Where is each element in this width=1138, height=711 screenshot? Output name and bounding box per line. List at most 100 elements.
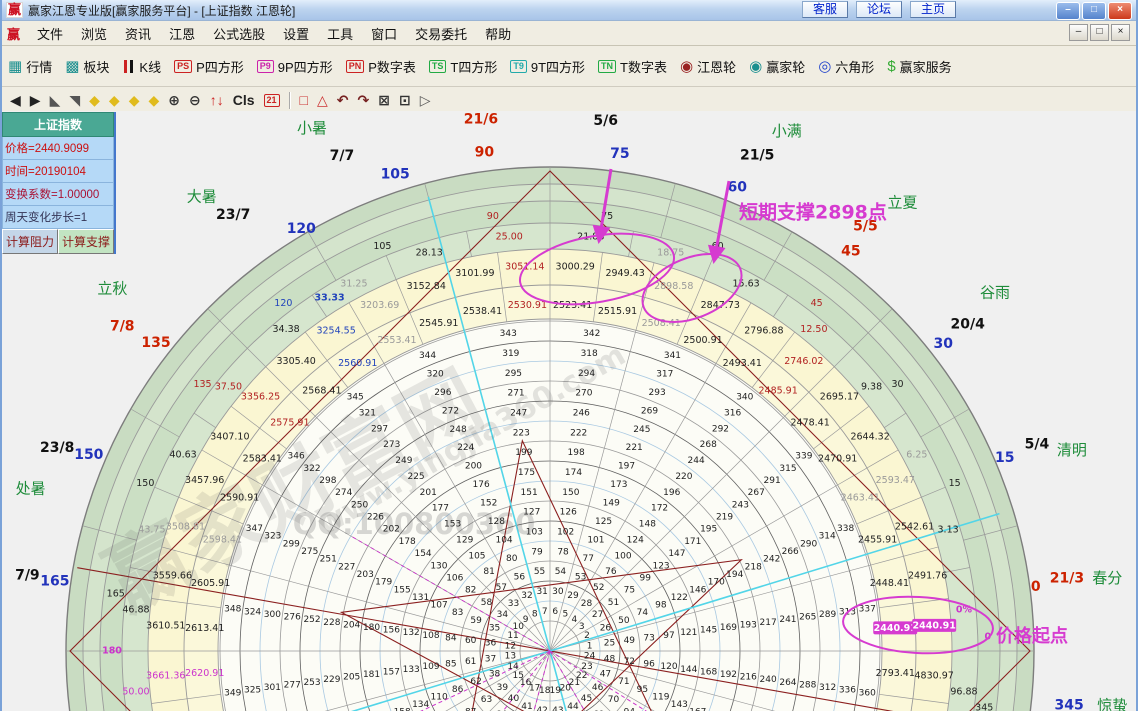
svg-text:2530.91: 2530.91 <box>508 300 547 311</box>
svg-text:春分: 春分 <box>1092 569 1122 587</box>
toolbar-button-winner-wheel[interactable]: ◉赢家轮 <box>749 57 805 76</box>
svg-text:322: 322 <box>303 464 320 474</box>
t-square-icon: TS <box>429 60 447 73</box>
minimize-button[interactable]: – <box>1056 2 1080 20</box>
toolbar-button-blocks[interactable]: ▩板块 <box>65 57 109 76</box>
titlebar-link-1[interactable]: 论坛 <box>856 1 902 18</box>
svg-text:202: 202 <box>383 525 400 535</box>
svg-text:179: 179 <box>375 578 392 588</box>
menu-item-0[interactable]: 文件 <box>28 22 72 45</box>
drawtool-calendar[interactable]: 21 <box>264 94 280 107</box>
svg-text:340: 340 <box>736 393 753 403</box>
svg-text:292: 292 <box>712 424 729 434</box>
drawtool-tri-up[interactable]: ◣ <box>50 92 61 108</box>
toolbar-button-gann-wheel[interactable]: ◉江恩轮 <box>680 57 736 76</box>
svg-text:170: 170 <box>708 578 725 588</box>
menu-item-4[interactable]: 公式选股 <box>204 22 274 45</box>
menu-item-2[interactable]: 资讯 <box>116 22 160 45</box>
drawtool-triangle-tool[interactable]: △ <box>317 92 328 108</box>
drawtool-rotate-cw[interactable]: ↷ <box>358 92 370 108</box>
svg-text:242: 242 <box>763 555 780 565</box>
titlebar-link-2[interactable]: 主页 <box>910 1 956 18</box>
menu-item-6[interactable]: 工具 <box>318 22 362 45</box>
close-button[interactable]: × <box>1108 2 1132 20</box>
drawtool-rotate-ccw[interactable]: ↶ <box>337 92 349 108</box>
gann-wheel-icon: ◉ <box>680 59 693 74</box>
maximize-button[interactable]: □ <box>1082 2 1106 20</box>
svg-text:272: 272 <box>442 406 459 416</box>
svg-text:大暑: 大暑 <box>187 188 217 206</box>
svg-text:60: 60 <box>465 636 477 646</box>
drawtool-next-arrow[interactable]: ▶ <box>30 92 41 108</box>
svg-text:75: 75 <box>610 146 629 162</box>
svg-text:132: 132 <box>403 628 420 638</box>
toolbar-button-t-number-table[interactable]: TNT数字表 <box>598 57 667 76</box>
svg-text:297: 297 <box>371 424 388 434</box>
drawtool-pan-down[interactable]: ◆ <box>148 92 159 108</box>
drawtool-pan-up[interactable]: ◆ <box>129 92 140 108</box>
svg-text:315: 315 <box>779 464 796 474</box>
drawtool-grid-box[interactable]: ⊠ <box>378 92 390 108</box>
panel-row-0: 价格=2440.9099 <box>2 137 114 160</box>
svg-text:346: 346 <box>288 452 305 462</box>
drawtool-fit-box[interactable]: ⊡ <box>399 92 411 108</box>
svg-text:175: 175 <box>518 468 535 478</box>
svg-text:2949.43: 2949.43 <box>605 268 644 279</box>
svg-text:288: 288 <box>799 680 816 690</box>
drawtool-square-tool[interactable]: □ <box>300 92 308 108</box>
9p-square-icon: P9 <box>257 60 274 73</box>
titlebar-link-0[interactable]: 客服 <box>802 1 848 18</box>
winner-wheel-icon: ◉ <box>749 59 762 74</box>
svg-text:150: 150 <box>74 447 103 463</box>
toolbar-button-quotes[interactable]: ▦行情 <box>8 57 52 76</box>
drawtool-cls[interactable]: Cls <box>233 92 255 108</box>
mdi-minimize-button[interactable]: – <box>1069 24 1088 41</box>
drawtool-pan-right[interactable]: ◆ <box>109 92 120 108</box>
toolbar-button-p-square[interactable]: PSP四方形 <box>174 57 244 76</box>
svg-text:99: 99 <box>639 573 651 583</box>
svg-text:135: 135 <box>193 379 211 390</box>
svg-text:55: 55 <box>534 567 545 577</box>
toolbar-button-winner-service[interactable]: $赢家服务 <box>887 57 951 76</box>
drawtool-pointer[interactable]: ▷ <box>420 92 431 108</box>
drawtool-zoom-in[interactable]: ⊕ <box>168 92 180 108</box>
svg-text:95: 95 <box>637 685 648 695</box>
drawtool-zoom-out[interactable]: ⊖ <box>189 92 201 108</box>
mdi-restore-button[interactable]: □ <box>1090 24 1109 41</box>
drawtool-pan-left[interactable]: ◆ <box>89 92 100 108</box>
svg-text:270: 270 <box>575 389 592 399</box>
svg-text:265: 265 <box>799 613 816 623</box>
svg-text:5: 5 <box>562 610 568 620</box>
svg-text:2448.41: 2448.41 <box>870 578 909 589</box>
toolbar-button-t-square[interactable]: TST四方形 <box>429 57 497 76</box>
drawtool-updown[interactable]: ↑↓ <box>210 92 224 108</box>
mdi-close-button[interactable]: × <box>1111 24 1130 41</box>
svg-text:2508.41: 2508.41 <box>642 318 681 329</box>
menu-item-7[interactable]: 窗口 <box>362 22 406 45</box>
menu-item-8[interactable]: 交易委托 <box>406 22 476 45</box>
calc-resistance-button[interactable]: 计算阻力 <box>2 229 58 254</box>
menu-item-1[interactable]: 浏览 <box>72 22 116 45</box>
svg-text:2613.41: 2613.41 <box>185 623 224 634</box>
menu-item-3[interactable]: 江恩 <box>160 22 204 45</box>
toolbar-button-9p-square[interactable]: P99P四方形 <box>257 57 333 76</box>
menu-item-5[interactable]: 设置 <box>274 22 318 45</box>
svg-text:345: 345 <box>347 393 364 403</box>
drawtool-prev-arrow[interactable]: ◀ <box>10 92 21 108</box>
svg-text:84: 84 <box>445 633 457 643</box>
toolbar-button-kline[interactable]: K线 <box>122 57 161 76</box>
svg-text:314: 314 <box>819 532 836 542</box>
svg-text:229: 229 <box>323 675 340 685</box>
svg-text:241: 241 <box>779 615 796 625</box>
menu-item-9[interactable]: 帮助 <box>476 22 520 45</box>
svg-text:221: 221 <box>626 443 643 453</box>
svg-text:150: 150 <box>136 478 154 489</box>
toolbar-button-9t-square[interactable]: T99T四方形 <box>510 57 585 76</box>
toolbar-button-hexagon[interactable]: ◎六角形 <box>818 57 874 76</box>
svg-text:96: 96 <box>643 660 655 670</box>
drawtool-tri-down[interactable]: ◥ <box>69 92 80 108</box>
toolbar-button-p-number-table[interactable]: PNP数字表 <box>346 57 416 76</box>
calc-support-button[interactable]: 计算支撑 <box>58 229 114 254</box>
svg-text:3254.55: 3254.55 <box>316 325 355 336</box>
svg-text:2620.91: 2620.91 <box>185 668 224 679</box>
